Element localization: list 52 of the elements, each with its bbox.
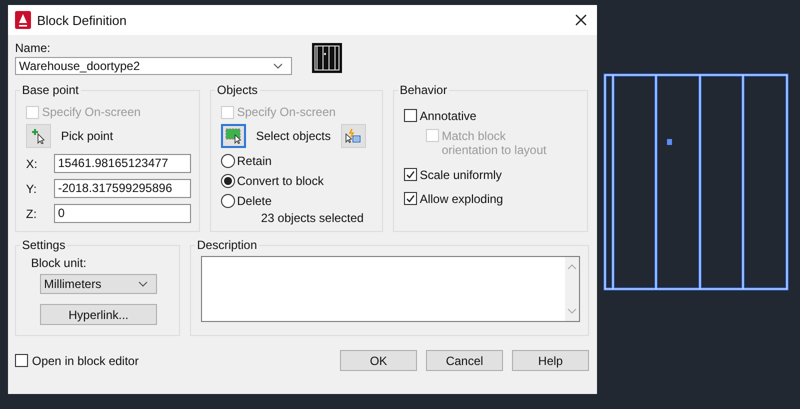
select-objects-button[interactable] [221, 124, 246, 148]
group-title: Base point [21, 83, 80, 97]
selection-count: 23 objects selected [261, 211, 365, 225]
radio-button[interactable] [221, 154, 235, 168]
name-combo[interactable]: Warehouse_doortype2 [15, 57, 292, 75]
dialog-button[interactable]: Cancel [426, 350, 503, 371]
radio-label: Retain [237, 154, 272, 168]
select-objects-label: Select objects [256, 129, 331, 143]
checkbox-label: Annotative [420, 109, 476, 123]
coordinate-label: Y: [26, 182, 38, 196]
chevron-down-icon [138, 281, 148, 287]
window-title: Block Definition [37, 12, 128, 28]
quick-select-button[interactable] [340, 124, 366, 148]
radio-button[interactable] [221, 174, 235, 188]
coordinate-field[interactable]: -2018.317599295896 [54, 179, 191, 198]
app-icon [15, 11, 31, 29]
checkbox-label: Allow exploding [420, 192, 504, 206]
block-unit-dropdown[interactable]: Millimeters [40, 274, 157, 294]
checkbox[interactable] [404, 168, 417, 181]
radio-label: Delete [237, 194, 272, 208]
radio-label: Convert to block [237, 174, 324, 188]
coordinate-label: Z: [26, 206, 38, 220]
checkbox[interactable] [404, 192, 417, 205]
block-unit-label: Block unit: [31, 256, 88, 270]
selection-cursor-icon [224, 128, 242, 144]
group-title: Settings [21, 238, 66, 252]
checkbox[interactable] [404, 109, 417, 122]
radio-button[interactable] [221, 194, 235, 208]
cursor-plus-icon [32, 128, 46, 144]
chevron-down-icon [273, 63, 283, 69]
checkbox[interactable] [15, 354, 28, 367]
pick-point-button[interactable] [26, 124, 51, 148]
dialog-button[interactable]: Help [512, 350, 589, 371]
checkbox-label: Open in block editor [32, 354, 139, 368]
coordinate-label: X: [26, 156, 38, 170]
group-title: Objects [216, 83, 259, 97]
group-title: Behavior [398, 83, 448, 97]
group-title: Description [196, 238, 258, 252]
close-icon[interactable] [575, 14, 587, 26]
checkbox-label: Match block orientation to layout [442, 129, 548, 158]
name-label: Name: [15, 41, 52, 55]
checkbox-label: Specify On-screen [237, 105, 336, 119]
coordinate-field[interactable]: 0 [54, 204, 191, 223]
hyperlink-button[interactable]: Hyperlink... [40, 304, 157, 325]
checkbox-label: Scale uniformly [420, 168, 502, 182]
checkbox-label: Specify On-screen [42, 105, 141, 119]
quick-select-icon [344, 128, 362, 144]
dialog-button[interactable]: OK [340, 350, 417, 371]
coordinate-field[interactable]: 15461.98165123477 [54, 154, 191, 173]
pick-point-label: Pick point [61, 129, 114, 143]
block-preview-icon [312, 43, 342, 73]
description-field[interactable] [201, 256, 580, 322]
